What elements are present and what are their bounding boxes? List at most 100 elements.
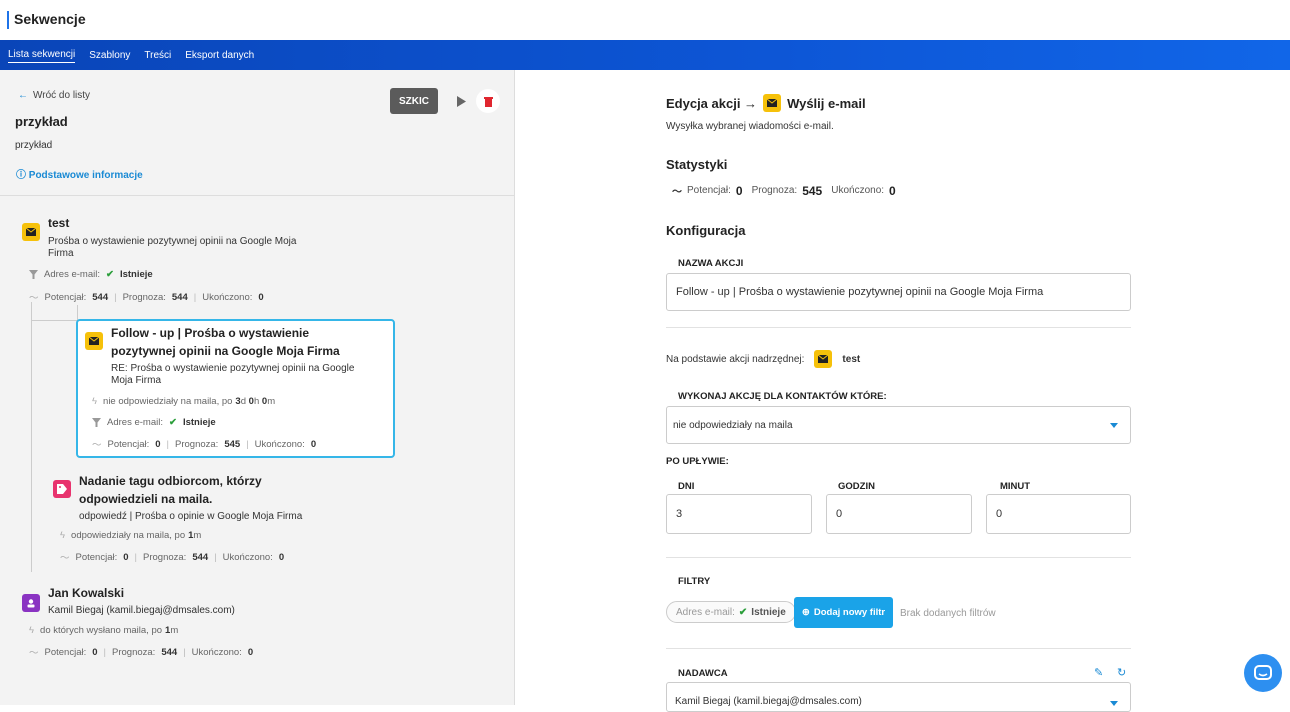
bolt-icon: ϟ — [60, 530, 66, 541]
edit-sender-button[interactable]: ✎ — [1094, 666, 1103, 679]
node-followup-subtitle: Moja Firma — [111, 375, 162, 386]
top-bar: Sekwencje — [0, 0, 1290, 40]
node-contact-stats: 〜 Potencjał: 0 | Prognoza: 544 | Ukończono: 0 — [29, 645, 253, 660]
node-test-title[interactable]: test — [48, 215, 69, 232]
trend-icon: 〜 — [29, 648, 39, 659]
divider: | — [214, 551, 217, 563]
sender-label: NADAWCA — [678, 668, 728, 679]
days-value: 3 — [676, 508, 683, 520]
draft-status-button[interactable]: SZKIC — [390, 88, 438, 114]
tab-templates[interactable]: Szablony — [89, 48, 130, 63]
action-name-label: NAZWA AKCJI — [678, 258, 744, 269]
chevron-down-icon — [1110, 423, 1118, 428]
node-followup-title[interactable]: Follow - up | Prośba o wystawienie — [111, 325, 309, 342]
potential-label: Potencjał: — [75, 551, 118, 563]
hours-label: GODZIN — [838, 481, 875, 492]
node-contact-title[interactable]: Jan Kowalski — [48, 585, 124, 602]
node-tag-icon[interactable] — [53, 480, 71, 498]
parent-action-row: Na podstawie akcji nadrzędnej: test — [666, 350, 860, 368]
filter-chip-label: Adres e-mail: — [676, 606, 735, 618]
node-contact-icon[interactable] — [22, 594, 40, 612]
delete-button[interactable] — [476, 89, 500, 113]
trigger-minutes: 1 — [165, 625, 171, 636]
trend-icon: 〜 — [92, 440, 102, 451]
action-name-value: Follow - up | Prośba o wystawienie pozyt… — [676, 286, 1044, 298]
done-label: Ukończono: — [202, 291, 253, 303]
tab-data-export[interactable]: Eksport danych — [185, 48, 254, 63]
divider: | — [166, 438, 170, 450]
done-value: 0 — [889, 183, 896, 198]
node-contact-subtitle: Kamil Biegaj (kamil.biegaj@dmsales.com) — [48, 605, 235, 616]
divider: | — [246, 438, 249, 450]
sender-select[interactable]: Kamil Biegaj (kamil.biegaj@dmsales.com) — [666, 682, 1131, 712]
back-link[interactable]: ← Wróć do listy — [18, 90, 90, 101]
tab-sequence-list[interactable]: Lista sekwencji — [8, 47, 76, 63]
forecast-value: 545 — [802, 183, 823, 198]
done-label: Ukończono: — [831, 185, 885, 196]
potential-value: 0 — [123, 551, 129, 563]
sequence-description: przykład — [15, 140, 53, 151]
node-tag-stats: 〜 Potencjał: 0 | Prognoza: 544 | Ukończono: 0 — [60, 550, 284, 565]
days-input[interactable]: 3 — [666, 494, 812, 534]
add-filter-button[interactable]: ⊕ Dodaj nowy filtr — [794, 597, 893, 628]
condition-select[interactable]: nie odpowiedziały na maila — [666, 406, 1131, 444]
done-label: Ukończono: — [254, 438, 305, 450]
chat-icon — [1254, 665, 1272, 680]
days-label: DNI — [678, 481, 695, 492]
forecast-value: 544 — [161, 646, 178, 658]
filter-icon — [92, 418, 101, 427]
node-followup-title[interactable]: pozytywnej opinii na Google Moja Firma — [111, 343, 340, 360]
node-followup-subtitle: RE: Prośba o wystawienie pozytywnej opin… — [111, 363, 355, 374]
envelope-icon — [763, 94, 782, 112]
potential-label: Potencjał: — [44, 646, 87, 658]
play-icon — [457, 95, 466, 107]
divider: | — [103, 646, 107, 658]
check-icon: ✔ — [168, 417, 177, 428]
refresh-sender-button[interactable]: ↻ — [1117, 666, 1126, 679]
sequence-panel: ← Wróć do listy przykład przykład ⓘ Podst… — [0, 70, 515, 705]
node-tag-title[interactable]: Nadanie tagu odbiorcom, którzy — [79, 473, 262, 490]
divider: | — [114, 291, 117, 303]
node-tag-title[interactable]: odpowiedzieli na maila. — [79, 491, 212, 508]
done-label: Ukończono: — [191, 646, 242, 658]
trigger-text: odpowiedziały na maila, po — [71, 530, 186, 541]
plus-circle-icon: ⊕ — [801, 607, 810, 618]
connector — [77, 305, 78, 320]
trend-icon: 〜 — [29, 293, 39, 304]
editor-description: Wysyłka wybranej wiadomości e-mail. — [666, 121, 834, 132]
no-filters-text: Brak dodanych filtrów — [900, 608, 996, 619]
check-icon: ✔ — [105, 269, 114, 280]
forecast-value: 544 — [192, 551, 209, 563]
tab-contents[interactable]: Treści — [144, 48, 171, 63]
editor-heading: Edycja akcji → Wyślij e-mail — [666, 94, 866, 112]
trend-icon: 〜 — [672, 187, 682, 198]
node-email-icon[interactable] — [85, 332, 103, 350]
hours-value: 0 — [836, 508, 843, 520]
tag-icon — [57, 484, 67, 494]
bolt-icon: ϟ — [29, 625, 35, 636]
potential-label: Potencjał: — [687, 185, 731, 196]
potential-value: 0 — [92, 646, 98, 658]
filter-value: Istnieje — [182, 417, 216, 428]
action-name-input[interactable]: Follow - up | Prośba o wystawienie pozyt… — [666, 273, 1131, 311]
node-followup-trigger: ϟ nie odpowiedziały na maila, po 3d 0h 0… — [92, 396, 276, 407]
editor-heading-prefix: Edycja akcji → — [666, 95, 758, 111]
back-label: Wróć do listy — [33, 90, 91, 101]
minutes-value: 0 — [996, 508, 1003, 520]
sequence-name: przykład — [15, 114, 68, 129]
parent-action-value[interactable]: test — [842, 354, 860, 365]
title-accent — [7, 11, 9, 29]
done-value: 0 — [310, 438, 317, 450]
trigger-hours: 0 — [248, 396, 254, 407]
play-button[interactable] — [450, 89, 472, 113]
trend-icon: 〜 — [60, 553, 70, 564]
hours-input[interactable]: 0 — [826, 494, 972, 534]
chat-button[interactable] — [1244, 654, 1282, 692]
envelope-icon — [89, 337, 99, 345]
potential-value: 544 — [92, 291, 109, 303]
node-test-subtitle: Prośba o wystawienie pozytywnej opinii n… — [48, 236, 297, 247]
basic-info-link[interactable]: ⓘ Podstawowe informacje — [16, 166, 143, 181]
node-email-icon[interactable] — [22, 223, 40, 241]
filter-chip[interactable]: Adres e-mail: ✔ Istnieje — [666, 601, 796, 623]
minutes-input[interactable]: 0 — [986, 494, 1131, 534]
